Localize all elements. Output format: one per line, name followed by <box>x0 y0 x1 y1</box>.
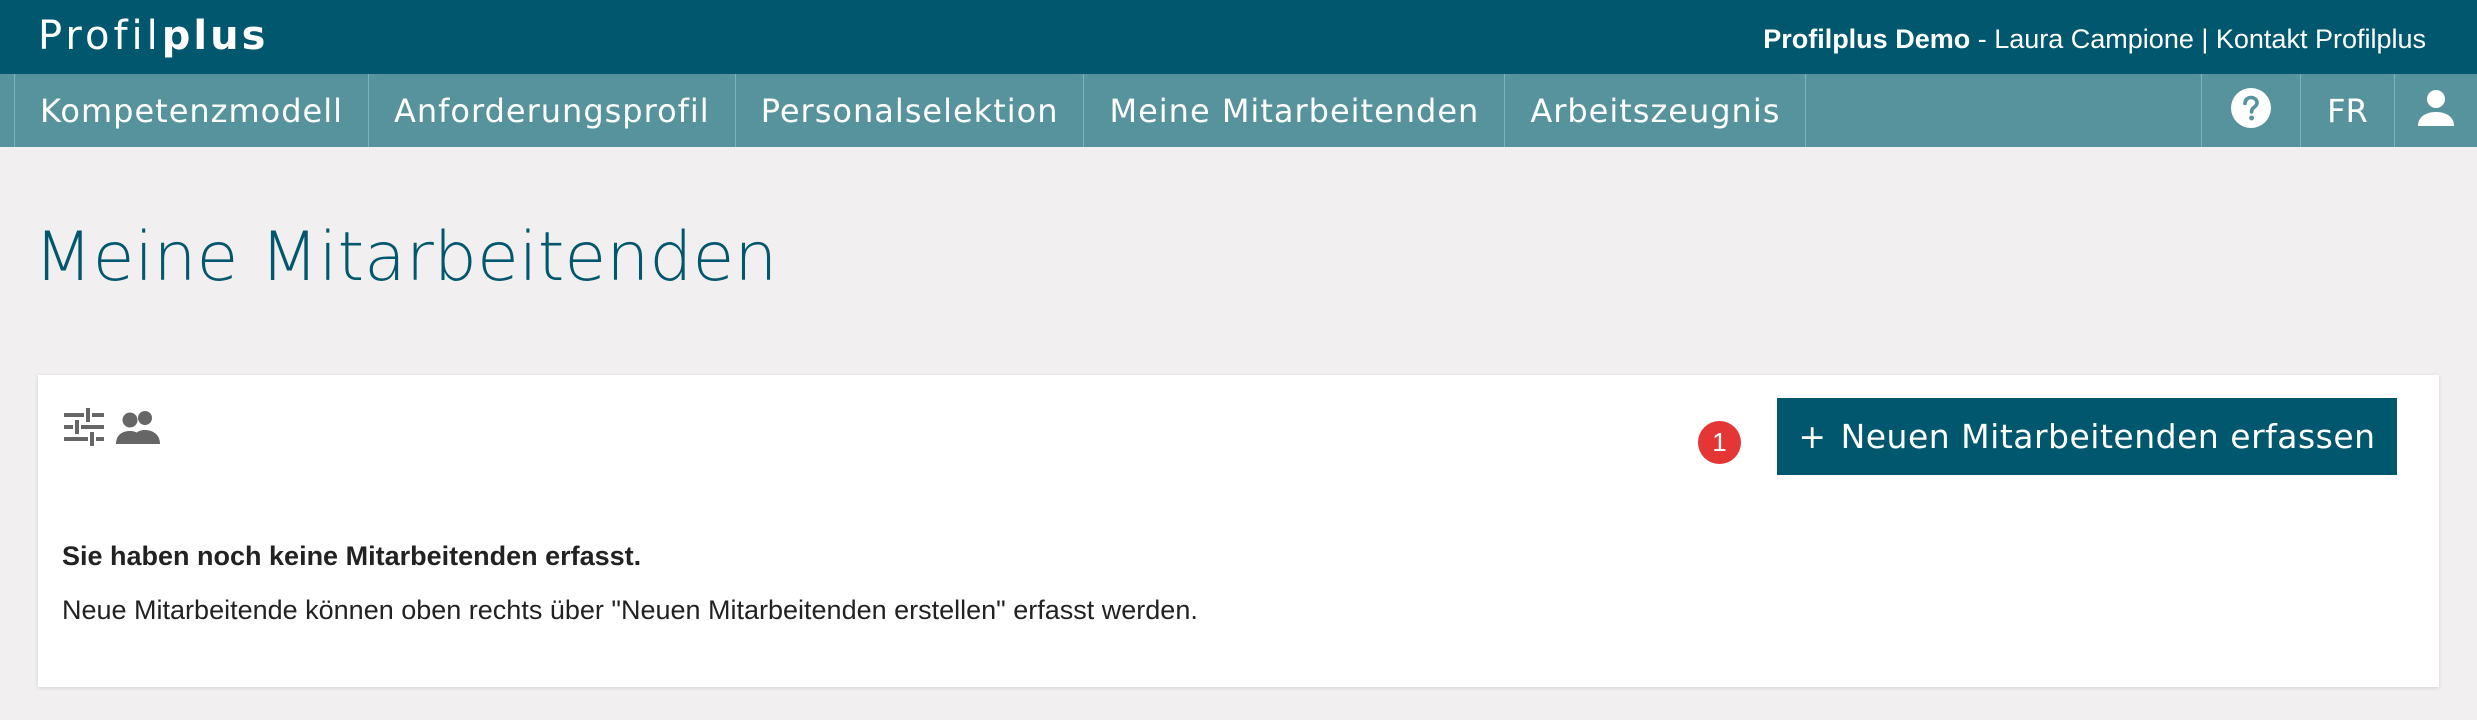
user-name[interactable]: Laura Campione <box>1994 24 2194 54</box>
language-switch[interactable]: FR <box>2300 74 2394 147</box>
main-nav: Kompetenzmodell Anforderungsprofil Perso… <box>0 74 2477 147</box>
empty-state-title: Sie haben noch keine Mitarbeitenden erfa… <box>62 541 642 571</box>
nav-item-anforderungsprofil[interactable]: Anforderungsprofil <box>369 74 736 147</box>
profilplus-logo[interactable]: Profilplus <box>38 12 268 60</box>
separator: | <box>2193 24 2216 54</box>
nav-item-kompetenzmodell[interactable]: Kompetenzmodell <box>15 74 369 147</box>
account-info: Profilplus Demo - Laura Campione | Konta… <box>1763 22 2426 56</box>
tune-sliders-icon[interactable] <box>62 405 106 449</box>
help-button[interactable] <box>2201 74 2300 147</box>
user-menu-button[interactable] <box>2394 74 2477 147</box>
add-employee-label: Neuen Mitarbeitenden erfassen <box>1840 417 2376 456</box>
notification-badge: 1 <box>1698 421 1741 464</box>
employees-card: 1 + Neuen Mitarbeitenden erfassen Sie ha… <box>38 375 2439 687</box>
nav-item-personalselektion[interactable]: Personalselektion <box>736 74 1085 147</box>
nav-divider <box>0 74 15 147</box>
logo-bold-text: plus <box>161 13 269 59</box>
top-bar: Profilplus Profilplus Demo - Laura Campi… <box>0 0 2477 74</box>
nav-item-arbeitszeugnis[interactable]: Arbeitszeugnis <box>1505 74 1807 147</box>
logo-light-text: Profil <box>38 13 162 59</box>
separator: - <box>1970 24 1995 54</box>
plus-icon: + <box>1798 417 1827 456</box>
empty-state-hint: Neue Mitarbeitende können oben rechts üb… <box>62 595 1198 625</box>
people-icon[interactable] <box>116 405 160 449</box>
contact-link[interactable]: Kontakt Profilplus <box>2216 24 2426 54</box>
page-title: Meine Mitarbeitenden <box>34 218 778 297</box>
card-toolbar <box>62 405 160 449</box>
add-employee-button[interactable]: + Neuen Mitarbeitenden erfassen <box>1777 398 2397 475</box>
company-name: Profilplus Demo <box>1763 24 1971 54</box>
person-icon <box>2416 88 2456 133</box>
help-circle-icon <box>2230 87 2272 134</box>
nav-tools: FR <box>2201 74 2477 147</box>
nav-item-meine-mitarbeitenden[interactable]: Meine Mitarbeitenden <box>1084 74 1506 147</box>
